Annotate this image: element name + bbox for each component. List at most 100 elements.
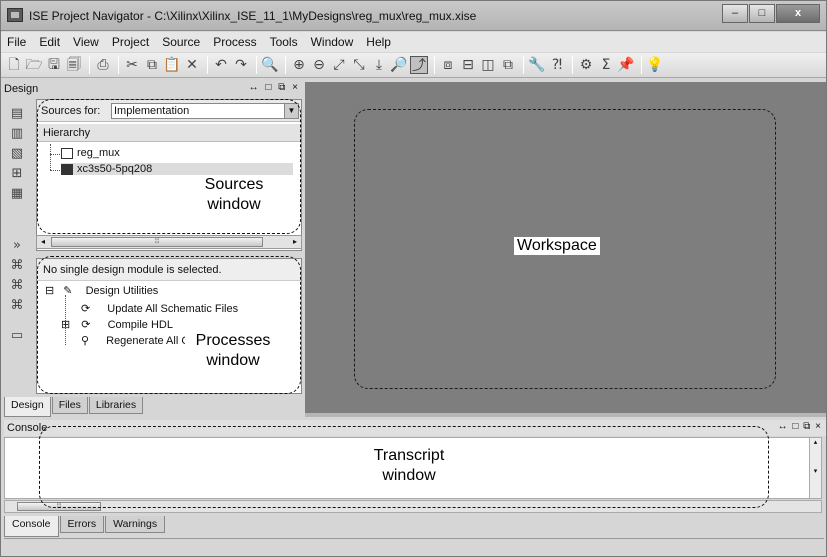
window-title: ISE Project Navigator - C:\Xilinx\Xilinx…: [29, 9, 477, 23]
pin-icon[interactable]: 📌: [617, 56, 635, 74]
menu-help[interactable]: Help: [366, 35, 391, 49]
console-title: Console: [7, 422, 48, 434]
tile-horizontal-icon[interactable]: ⊟: [459, 56, 477, 74]
tab-errors[interactable]: Errors: [59, 516, 105, 533]
process-compile-hdl[interactable]: ⊞ ⟳ Compile HDL: [61, 318, 173, 331]
sources-for-label: Sources for:: [41, 105, 101, 117]
rerun-process-icon[interactable]: ⌘: [10, 279, 24, 293]
chip-icon: [61, 163, 73, 175]
expand-icon[interactable]: ⊞: [61, 319, 70, 331]
menu-process[interactable]: Process: [213, 35, 256, 49]
process-properties-icon[interactable]: ▭: [10, 329, 24, 343]
console-horizontal-scrollbar[interactable]: ⦙⦙⦙: [4, 500, 822, 513]
zoom-in-icon[interactable]: ⊕: [290, 56, 308, 74]
scroll-thumb[interactable]: ⦙⦙⦙: [17, 502, 101, 511]
console-tabs: Console Errors Warnings: [4, 516, 166, 537]
cut-icon[interactable]: ✂: [123, 56, 141, 74]
new-source-icon[interactable]: ▧: [10, 147, 24, 161]
redo-icon[interactable]: ↷: [232, 56, 250, 74]
zoom-to-icon[interactable]: ⤓: [370, 56, 388, 74]
design-side-toolbar: ▤ ▥ ▧ ⊞ ▦ » ⌘ ⌘ ⌘ ▭: [4, 99, 34, 397]
tab-warnings[interactable]: Warnings: [105, 516, 166, 533]
rerun-all-icon[interactable]: ⌘: [10, 299, 24, 313]
close-button[interactable]: x: [776, 4, 820, 23]
properties-icon[interactable]: 🔧: [528, 56, 546, 74]
toolbar-separator: [207, 56, 208, 74]
undo-icon[interactable]: ↶: [212, 56, 230, 74]
find-icon[interactable]: 🔍: [261, 56, 279, 74]
select-active-icon[interactable]: ⤴: [410, 56, 428, 74]
toolbar-separator: [434, 56, 435, 74]
console-controls[interactable]: ↔ □ ⧉ ×: [778, 421, 822, 432]
sources-horizontal-scrollbar[interactable]: ◂ ⦙⦙⦙ ▸: [36, 235, 302, 249]
paste-icon[interactable]: 📋: [163, 56, 181, 74]
help-context-icon[interactable]: ⁈: [548, 56, 566, 74]
tree-item-device[interactable]: xc3s50-5pq208: [61, 163, 293, 175]
window-controls: – □ x: [721, 4, 820, 23]
console-header: Console ↔ □ ⧉ ×: [4, 420, 826, 436]
view-source-icon[interactable]: ▦: [10, 187, 24, 201]
ise-project-navigator-window: ISE Project Navigator - C:\Xilinx\Xilinx…: [0, 0, 827, 557]
menu-project[interactable]: Project: [112, 35, 149, 49]
scroll-thumb[interactable]: ⦙⦙⦙: [51, 237, 263, 247]
process-design-utilities[interactable]: ⊟ ✎ Design Utilities: [45, 284, 158, 297]
process-label: Update All Schematic Files: [107, 303, 239, 315]
design-panel-controls[interactable]: ↔ □ ⧉ ×: [249, 82, 300, 93]
scroll-right-icon[interactable]: ▸: [289, 236, 301, 248]
chevron-down-icon[interactable]: ▼: [284, 104, 298, 118]
tile-vertical-icon[interactable]: ◫: [479, 56, 497, 74]
sources-for-bar: Sources for: Implementation ▼: [37, 100, 301, 122]
add-source-icon[interactable]: ▤: [10, 107, 24, 121]
menu-edit[interactable]: Edit: [39, 35, 60, 49]
cascade-icon[interactable]: ⧈: [439, 56, 457, 74]
console-vertical-scrollbar[interactable]: ▴ ▾: [809, 438, 821, 498]
toolbar-separator: [256, 56, 257, 74]
menu-file[interactable]: File: [7, 35, 26, 49]
zoom-full-icon[interactable]: ⤢: [330, 56, 348, 74]
tab-files[interactable]: Files: [51, 397, 88, 414]
new-file-icon[interactable]: 🗋: [5, 56, 23, 74]
project-icon: [61, 147, 73, 159]
tab-design[interactable]: Design: [4, 397, 51, 417]
menu-window[interactable]: Window: [311, 35, 354, 49]
tab-libraries[interactable]: Libraries: [88, 397, 144, 414]
title-bar: ISE Project Navigator - C:\Xilinx\Xilinx…: [1, 1, 826, 31]
horizontal-splitter[interactable]: [305, 413, 826, 417]
collapse-icon[interactable]: ⊟: [45, 285, 54, 297]
zoom-out-icon[interactable]: ⊖: [310, 56, 328, 74]
save-icon[interactable]: 🖫: [45, 56, 63, 74]
sources-window-annotation: Sources window: [194, 175, 274, 215]
add-copy-source-icon[interactable]: ▥: [10, 127, 24, 141]
print-icon[interactable]: ⎙: [94, 56, 112, 74]
maximize-button[interactable]: □: [749, 4, 775, 23]
tab-console[interactable]: Console: [4, 516, 59, 537]
sources-for-select[interactable]: Implementation ▼: [111, 103, 299, 119]
tree-item-reg-mux[interactable]: reg_mux: [61, 147, 120, 159]
menu-tools[interactable]: Tools: [270, 35, 298, 49]
window-list-icon[interactable]: ⧉: [499, 56, 517, 74]
workspace-annotation: Workspace: [514, 237, 600, 255]
bulb-icon[interactable]: 💡: [646, 56, 664, 74]
process-label: Compile HDL: [107, 319, 173, 331]
run-process-icon[interactable]: ⌘: [10, 259, 24, 273]
scroll-left-icon[interactable]: ◂: [37, 236, 49, 248]
sources-for-value: Implementation: [114, 105, 190, 117]
delete-icon[interactable]: ✕: [183, 56, 201, 74]
refresh-icon: ⟳: [81, 302, 91, 315]
menu-source[interactable]: Source: [162, 35, 200, 49]
zoom-area-icon[interactable]: 🔎: [390, 56, 408, 74]
menu-view[interactable]: View: [73, 35, 99, 49]
process-update-schematic[interactable]: ⟳ Update All Schematic Files: [81, 302, 238, 315]
zoom-fit-icon[interactable]: ⤡: [350, 56, 368, 74]
save-all-icon[interactable]: 🗐: [65, 56, 83, 74]
collapse-chevron-icon[interactable]: »: [10, 239, 24, 253]
open-icon[interactable]: 🗁: [25, 56, 43, 74]
toolbar-separator: [118, 56, 119, 74]
settings-icon[interactable]: ⚙: [577, 56, 595, 74]
remove-source-icon[interactable]: ⊞: [10, 167, 24, 181]
minimize-button[interactable]: –: [722, 4, 748, 23]
toolbar-separator: [285, 56, 286, 74]
tree-item-label: reg_mux: [77, 147, 120, 159]
sigma-icon[interactable]: Σ: [597, 56, 615, 74]
copy-icon[interactable]: ⧉: [143, 56, 161, 74]
